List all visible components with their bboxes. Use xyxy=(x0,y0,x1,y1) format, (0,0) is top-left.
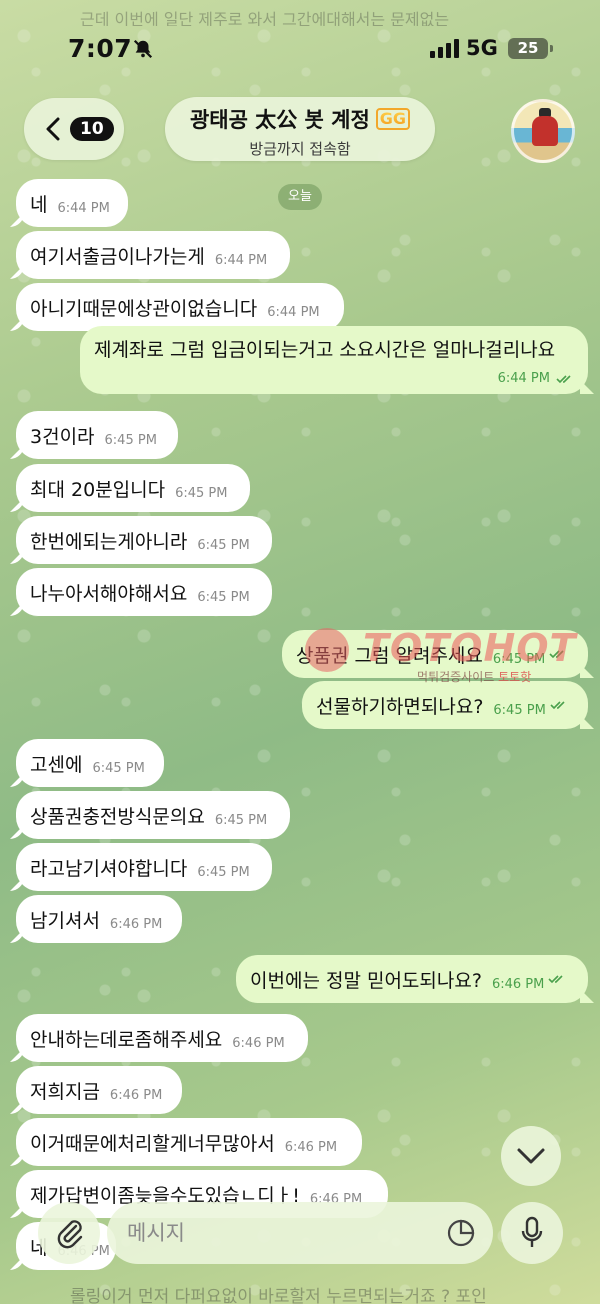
message-text: 이거때문에처리할게너무많아서 xyxy=(30,1132,275,1155)
unread-count-badge: 10 xyxy=(70,117,114,141)
message-time: 6:44 PM xyxy=(267,304,320,320)
incoming-message[interactable]: 최대 20분입니다 6:45 PM xyxy=(16,464,250,512)
outgoing-message[interactable]: 상품권 그럼 알려주세요 6:45 PM xyxy=(282,630,588,678)
incoming-message[interactable]: 라고남기셔야합니다 6:45 PM xyxy=(16,843,272,891)
message-text: 저희지금 xyxy=(30,1080,100,1103)
message-text: 3건이라 xyxy=(30,425,95,448)
message-time: 6:45 PM xyxy=(492,651,546,667)
gg-emoji-icon: GG xyxy=(375,108,411,130)
message-text: 네 xyxy=(30,193,48,216)
message-time: 6:46 PM xyxy=(284,1139,338,1155)
incoming-message[interactable]: 안내하는데로좀해주세요 6:46 PM xyxy=(16,1014,308,1062)
message-time: 6:46 PM xyxy=(109,1087,163,1103)
message-time: 6:44 PM xyxy=(497,371,550,386)
status-bar: 7:07 5G 25 xyxy=(0,0,600,90)
outgoing-message[interactable]: 이번에는 정말 믿어도되나요? 6:46 PM xyxy=(236,955,588,1003)
message-time: 6:46 PM xyxy=(491,976,545,992)
message-composer[interactable] xyxy=(107,1202,493,1264)
incoming-message[interactable]: 네 6:44 PM xyxy=(16,179,128,227)
message-text: 한번에되는게아니라 xyxy=(30,530,188,553)
message-text: 이번에는 정말 믿어도되나요? xyxy=(250,969,482,992)
chat-title[interactable]: 광태공 太公 봇 계정 GG 방금까지 접속함 xyxy=(165,97,435,161)
message-text: 안내하는데로좀해주세요 xyxy=(30,1028,223,1051)
voice-message-button[interactable] xyxy=(501,1202,563,1264)
status-time: 7:07 xyxy=(68,34,133,63)
double-check-icon xyxy=(556,375,571,384)
message-text: 남기셔서 xyxy=(30,909,100,932)
message-text: 나누아서해야해서요 xyxy=(30,582,188,605)
ghost-message-bottom: 롤링이거 먼저 다퍼요없이 바로할저 누르면되는거죠 ? 포인 xyxy=(70,1287,487,1304)
message-time: 6:45 PM xyxy=(493,702,546,718)
message-input[interactable] xyxy=(127,1221,427,1245)
double-check-icon xyxy=(548,975,563,984)
message-time: 6:45 PM xyxy=(197,864,250,880)
message-text: 상품권 그럼 알려주세요 xyxy=(296,644,483,667)
incoming-message[interactable]: 여기서출금이나가는게 6:44 PM xyxy=(16,231,290,279)
message-text: 선물하기하면되나요? xyxy=(316,695,484,718)
message-time: 6:46 PM xyxy=(232,1035,285,1051)
message-text: 상품권충전방식문의요 xyxy=(30,805,205,828)
message-time: 6:45 PM xyxy=(214,812,268,828)
message-text: 여기서출금이나가는게 xyxy=(30,245,205,268)
bell-muted-icon xyxy=(133,39,153,59)
message-time: 6:46 PM xyxy=(109,916,163,932)
message-time: 6:45 PM xyxy=(175,485,228,501)
attach-button[interactable] xyxy=(38,1202,100,1264)
paperclip-icon xyxy=(57,1220,83,1249)
avatar[interactable] xyxy=(511,99,575,163)
message-time: 6:45 PM xyxy=(92,760,145,776)
incoming-message[interactable]: 나누아서해야해서요 6:45 PM xyxy=(16,568,272,616)
outgoing-message[interactable]: 선물하기하면되나요? 6:45 PM xyxy=(302,681,588,729)
incoming-message[interactable]: 한번에되는게아니라 6:45 PM xyxy=(16,516,272,564)
message-text: 라고남기셔야합니다 xyxy=(30,857,188,880)
chat-name: 광태공 太公 봇 계정 xyxy=(189,108,370,132)
message-text: 아니기때문에상관이없습니다 xyxy=(30,297,258,320)
message-text: 고센에 xyxy=(30,753,83,776)
double-check-icon xyxy=(550,701,565,710)
message-text: 최대 20분입니다 xyxy=(30,478,166,501)
incoming-message[interactable]: 남기셔서 6:46 PM xyxy=(16,895,182,943)
incoming-message[interactable]: 고센에 6:45 PM xyxy=(16,739,164,787)
incoming-message[interactable]: 이거때문에처리할게너무많아서 6:46 PM xyxy=(16,1118,362,1166)
microphone-icon xyxy=(521,1216,543,1247)
incoming-message[interactable]: 저희지금 6:46 PM xyxy=(16,1066,182,1114)
incoming-message[interactable]: 아니기때문에상관이없습니다 6:44 PM xyxy=(16,283,344,331)
outgoing-message[interactable]: 제계좌로 그럼 입금이되는거고 소요시간은 얼마나걸리나요 6:44 PM xyxy=(80,326,588,394)
battery-indicator: 25 xyxy=(508,38,553,59)
network-type: 5G xyxy=(466,36,498,60)
incoming-message[interactable]: 3건이라 6:45 PM xyxy=(16,411,178,459)
message-time: 6:45 PM xyxy=(104,432,157,448)
back-button[interactable]: 10 xyxy=(24,98,124,160)
date-separator: 오늘 xyxy=(278,184,322,210)
message-time: 6:44 PM xyxy=(214,252,268,268)
message-time: 6:45 PM xyxy=(197,537,250,553)
message-text: 제계좌로 그럼 입금이되는거고 소요시간은 얼마나걸리나요 xyxy=(94,339,556,361)
double-check-icon xyxy=(549,650,564,659)
chevron-left-icon xyxy=(46,117,60,141)
message-time: 6:45 PM xyxy=(197,589,250,605)
last-seen-status: 방금까지 접속함 xyxy=(249,140,351,158)
message-time: 6:44 PM xyxy=(57,200,110,216)
sticker-icon[interactable] xyxy=(445,1217,477,1249)
chevron-down-icon xyxy=(517,1148,545,1164)
scroll-to-bottom-button[interactable] xyxy=(501,1126,561,1186)
cell-signal-icon xyxy=(430,38,459,58)
incoming-message[interactable]: 상품권충전방식문의요 6:45 PM xyxy=(16,791,290,839)
